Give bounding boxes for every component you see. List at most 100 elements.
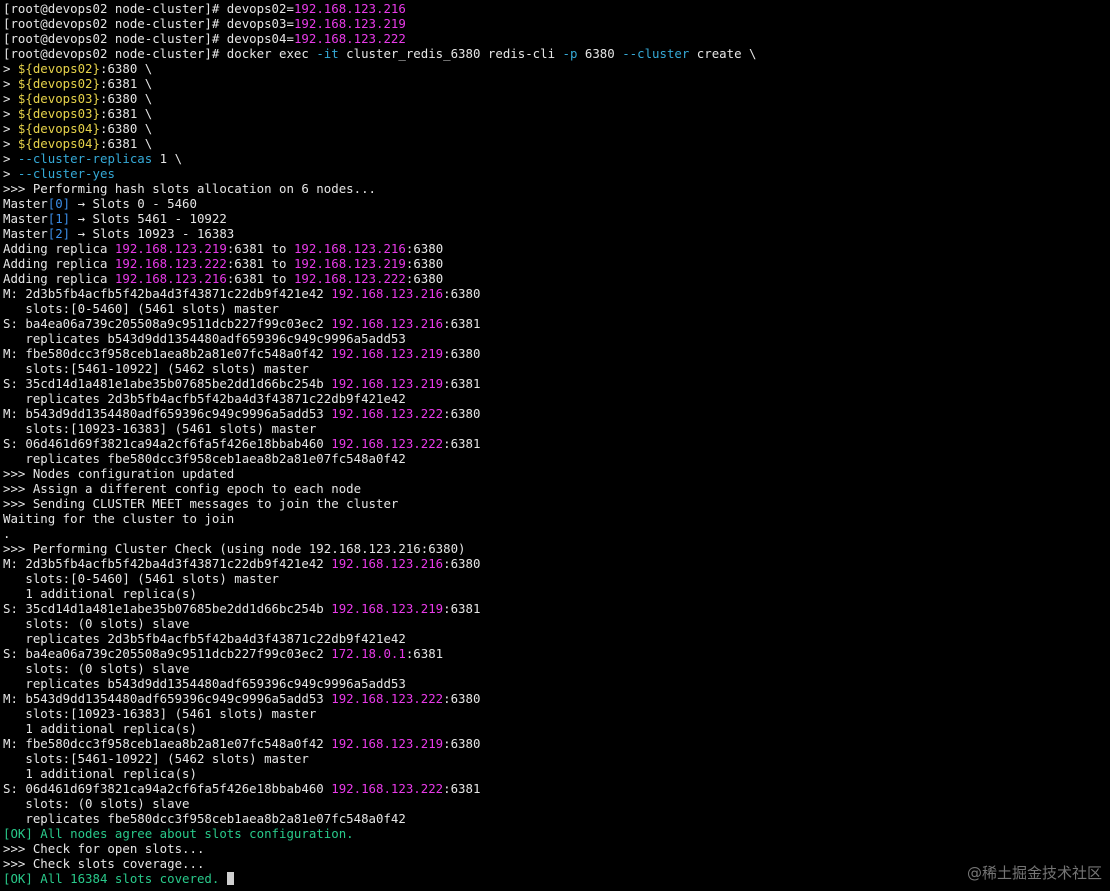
terminal-text-segment: cluster_redis_6380 redis-cli [338, 46, 563, 61]
terminal-line: slots: (0 slots) slave [3, 616, 1110, 631]
terminal-text-segment: :6381 [443, 781, 481, 796]
terminal-text-segment: :6380 \ [99, 91, 153, 106]
terminal-line: replicates fbe580dcc3f958ceb1aea8b2a81e0… [3, 811, 1110, 826]
terminal-text-segment: :6380 \ [99, 61, 153, 76]
terminal-text-segment: > [3, 121, 18, 136]
terminal-text-segment: 192.168.123.219 [331, 736, 444, 751]
terminal-text-segment: M: 2d3b5fb4acfb5f42ba4d3f43871c22db9f421… [3, 556, 332, 571]
terminal-text-segment: :6380 [443, 286, 481, 301]
terminal-line: M: 2d3b5fb4acfb5f42ba4d3f43871c22db9f421… [3, 556, 1110, 571]
terminal-text-segment: 192.168.123.216 [114, 271, 227, 286]
terminal-line: replicates 2d3b5fb4acfb5f42ba4d3f43871c2… [3, 631, 1110, 646]
terminal-text-segment: slots:[5461-10922] (5462 slots) master [3, 751, 309, 766]
terminal-text-segment: Adding replica [3, 256, 115, 271]
terminal-text-segment: :6381 [443, 316, 481, 331]
terminal-text-segment: 192.168.123.222 [331, 781, 444, 796]
terminal-text-segment: Adding replica [3, 241, 115, 256]
terminal-text-segment: M: fbe580dcc3f958ceb1aea8b2a81e07fc548a0… [3, 736, 332, 751]
terminal-line: . [3, 526, 1110, 541]
terminal-text-segment: :6381 [443, 601, 481, 616]
terminal-text-segment: > [3, 91, 18, 106]
terminal-line: >>> Check for open slots... [3, 841, 1110, 856]
terminal-line: Adding replica 192.168.123.216:6381 to 1… [3, 271, 1110, 286]
terminal-text-segment: :6380 [443, 556, 481, 571]
terminal-text-segment: 172.18.0.1 [331, 646, 406, 661]
terminal-text-segment: Master [3, 211, 48, 226]
terminal-text-segment: 192.168.123.222 [114, 256, 227, 271]
terminal-text-segment: slots: (0 slots) slave [3, 616, 190, 631]
terminal-text-segment: --cluster-replicas [17, 151, 153, 166]
terminal-text-segment: replicates b543d9dd1354480adf659396c949c… [3, 331, 406, 346]
terminal-line: Adding replica 192.168.123.219:6381 to 1… [3, 241, 1110, 256]
terminal-text-segment: :6381 \ [99, 76, 153, 91]
terminal-text-segment: Master [3, 196, 48, 211]
terminal-text-segment: slots: (0 slots) slave [3, 796, 190, 811]
terminal-text-segment: ${devops03} [17, 91, 100, 106]
terminal-text-segment: 192.168.123.216 [293, 1, 406, 16]
terminal-text-segment: ${devops03} [17, 106, 100, 121]
terminal-line: slots: (0 slots) slave [3, 661, 1110, 676]
terminal-text-segment: >>> Nodes configuration updated [3, 466, 235, 481]
terminal-text-segment: :6380 [405, 271, 444, 286]
terminal-text-segment: 192.168.123.216 [331, 286, 444, 301]
terminal-text-segment: --cluster-yes [17, 166, 115, 181]
terminal-text-segment: [root@devops02 node-cluster]# docker exe… [3, 46, 317, 61]
terminal-line: slots:[10923-16383] (5461 slots) master [3, 421, 1110, 436]
terminal-text-segment: > [3, 166, 18, 181]
terminal-text-segment: S: 06d461d69f3821ca94a2cf6fa5f426e18bbab… [3, 781, 332, 796]
terminal-text-segment: → Slots 10923 - 16383 [70, 226, 235, 241]
terminal-line: M: b543d9dd1354480adf659396c949c9996a5ad… [3, 691, 1110, 706]
terminal-line: Waiting for the cluster to join [3, 511, 1110, 526]
terminal-text-segment: >>> Check slots coverage... [3, 856, 205, 871]
terminal-text-segment: [root@devops02 node-cluster]# devops02= [3, 1, 294, 16]
terminal-text-segment: ${devops04} [17, 121, 100, 136]
terminal-line: S: 06d461d69f3821ca94a2cf6fa5f426e18bbab… [3, 781, 1110, 796]
terminal-text-segment: :6380 [443, 736, 481, 751]
terminal-line: 1 additional replica(s) [3, 586, 1110, 601]
terminal-line: S: 35cd14d1a481e1abe35b07685be2dd1d66bc2… [3, 376, 1110, 391]
terminal-text-segment: :6380 [405, 241, 444, 256]
terminal-text-segment: 192.168.123.222 [331, 436, 444, 451]
terminal-text-segment: -p [562, 46, 578, 61]
terminal-text-segment: > [3, 151, 18, 166]
terminal-text-segment: [2] [47, 226, 71, 241]
terminal-line: [root@devops02 node-cluster]# docker exe… [3, 46, 1110, 61]
watermark: @稀土掘金技术社区 [966, 864, 1102, 882]
terminal-text-segment: 1 additional replica(s) [3, 586, 197, 601]
terminal-text-segment: :6381 \ [99, 136, 153, 151]
terminal-line: > --cluster-yes [3, 166, 1110, 181]
terminal-text-segment: S: ba4ea06a739c205508a9c9511dcb227f99c03… [3, 316, 332, 331]
terminal-text-segment: 192.168.123.219 [331, 376, 444, 391]
terminal-line: >>> Performing Cluster Check (using node… [3, 541, 1110, 556]
terminal-text-segment: :6380 \ [99, 121, 153, 136]
terminal-window[interactable]: [root@devops02 node-cluster]# devops02=1… [0, 0, 1110, 891]
terminal-text-segment: > [3, 136, 18, 151]
terminal-text-segment: >>> Check for open slots... [3, 841, 205, 856]
terminal-text-segment: 192.168.123.219 [293, 16, 406, 31]
terminal-line: Adding replica 192.168.123.222:6381 to 1… [3, 256, 1110, 271]
terminal-line: 1 additional replica(s) [3, 721, 1110, 736]
terminal-text-segment: 192.168.123.219 [331, 601, 444, 616]
terminal-text-segment: >>> Assign a different config epoch to e… [3, 481, 362, 496]
terminal-text-segment: -it [316, 46, 339, 61]
terminal-text-segment: :6380 [405, 256, 444, 271]
terminal-line: > --cluster-replicas 1 \ [3, 151, 1110, 166]
terminal-text-segment: Waiting for the cluster to join [3, 511, 235, 526]
terminal-text-segment: > [3, 61, 18, 76]
terminal-text-segment: slots:[10923-16383] (5461 slots) master [3, 421, 317, 436]
terminal-line: Master[0] → Slots 0 - 5460 [3, 196, 1110, 211]
terminal-text-segment: replicates fbe580dcc3f958ceb1aea8b2a81e0… [3, 811, 406, 826]
terminal-text-segment: >>> Performing hash slots allocation on … [3, 181, 376, 196]
terminal-text-segment: :6380 [443, 691, 481, 706]
terminal-text-segment: :6381 [443, 436, 481, 451]
terminal-line: [root@devops02 node-cluster]# devops04=1… [3, 31, 1110, 46]
terminal-line: M: fbe580dcc3f958ceb1aea8b2a81e07fc548a0… [3, 736, 1110, 751]
terminal-text-segment: ${devops04} [17, 136, 100, 151]
terminal-text-segment: M: b543d9dd1354480adf659396c949c9996a5ad… [3, 406, 332, 421]
terminal-line: > ${devops03}:6381 \ [3, 106, 1110, 121]
terminal-text-segment: 192.168.123.222 [293, 31, 406, 46]
terminal-text-segment: >>> Sending CLUSTER MEET messages to joi… [3, 496, 399, 511]
terminal-text-segment: replicates 2d3b5fb4acfb5f42ba4d3f43871c2… [3, 631, 406, 646]
terminal-text-segment: slots:[0-5460] (5461 slots) master [3, 301, 280, 316]
terminal-line: 1 additional replica(s) [3, 766, 1110, 781]
